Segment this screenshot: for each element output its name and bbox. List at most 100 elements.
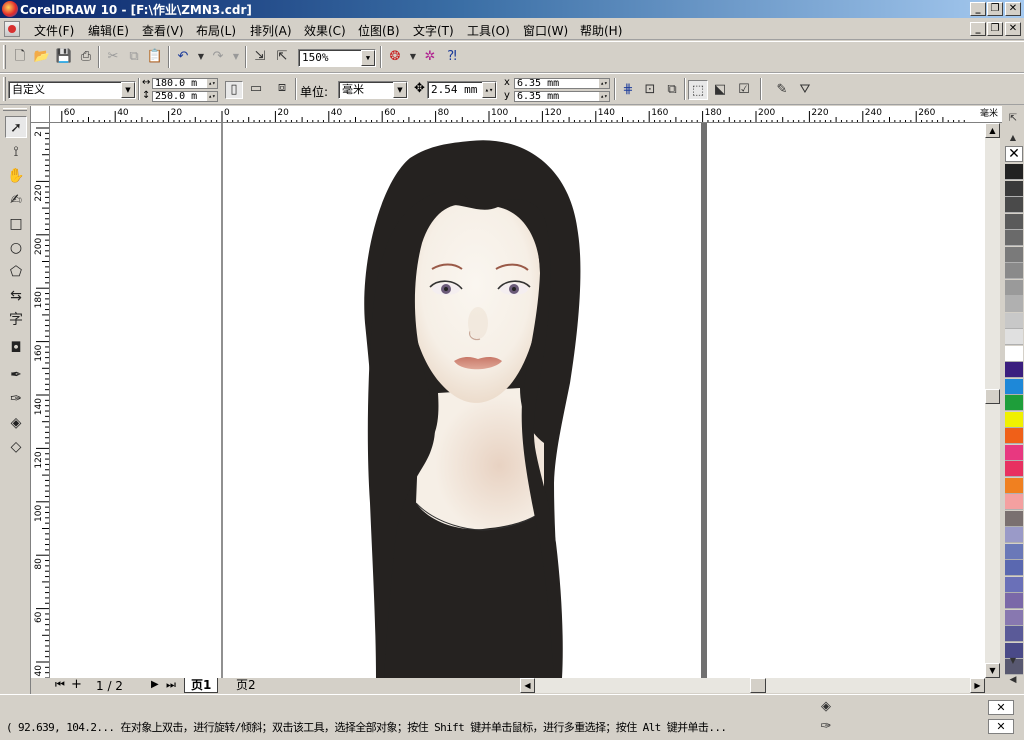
pick-tool-icon[interactable]: ➚ (5, 116, 27, 138)
menu-tools[interactable]: 工具(O) (467, 22, 510, 39)
redo-dropdown-icon[interactable]: ▼ (226, 47, 246, 67)
menu-edit[interactable]: 编辑(E) (88, 22, 129, 39)
corel-online-icon[interactable]: ✲ (420, 47, 440, 67)
paintbucket-icon[interactable]: ⛛ (795, 80, 815, 100)
menu-bitmaps[interactable]: 位图(B) (358, 22, 400, 39)
print-icon[interactable]: ⎙ (76, 47, 96, 67)
fill-tool-icon[interactable]: ◈ (5, 412, 27, 434)
snap-guidelines-icon[interactable]: ⊡ (640, 80, 660, 100)
menu-file[interactable]: 文件(F) (34, 22, 74, 39)
eyedropper-tool-icon[interactable]: ✒ (5, 364, 27, 386)
fill-none-icon[interactable]: ✕ (988, 700, 1014, 715)
shape-tool-icon[interactable]: ⟟ (5, 141, 27, 163)
page-layout-icon[interactable]: ⧈ (272, 78, 292, 98)
menu-text[interactable]: 文字(T) (413, 22, 454, 39)
horizontal-ruler[interactable]: 60 40 20 0 20 40 60 80 100 120 140 160 180 200 220 240 2… (50, 106, 1002, 123)
color-swatch[interactable] (1005, 345, 1023, 362)
palette-scroll-up-icon[interactable]: ▲ (1007, 133, 1019, 145)
minimize-button[interactable]: _ (970, 2, 986, 16)
close-button[interactable]: ✕ (1005, 2, 1021, 16)
color-swatch[interactable] (1005, 279, 1023, 296)
horizontal-scroll-thumb[interactable] (750, 678, 766, 693)
duplicate-x-field[interactable]: 6.35 mm ▴▾ (514, 78, 610, 89)
redo-icon[interactable]: ↷ (208, 47, 228, 67)
add-page-icon[interactable]: + (71, 677, 82, 692)
palette-scroll-down-icon[interactable]: ▼ (1007, 656, 1019, 668)
eyedropper-icon[interactable]: ✎ (772, 80, 792, 100)
color-swatch[interactable] (1005, 197, 1023, 213)
import-icon[interactable]: ⇲ (250, 47, 270, 67)
color-swatch[interactable] (1005, 164, 1023, 180)
palette-expand-icon[interactable]: ◀ (1007, 674, 1019, 688)
menu-arrange[interactable]: 排列(A) (250, 22, 292, 39)
color-swatch[interactable] (1005, 477, 1023, 494)
color-swatch[interactable] (1005, 329, 1023, 345)
open-icon[interactable]: 📂 (32, 47, 52, 67)
color-swatch[interactable] (1005, 180, 1023, 197)
color-swatch[interactable] (1005, 246, 1023, 263)
fill-indicator-icon[interactable]: ◈ (816, 697, 836, 717)
undo-icon[interactable]: ↶ (173, 47, 193, 67)
rectangle-tool-icon[interactable]: □ (5, 213, 27, 235)
menu-layout[interactable]: 布局(L) (196, 22, 236, 39)
color-swatch[interactable] (1005, 213, 1023, 230)
drawing-canvas[interactable] (50, 123, 985, 678)
scroll-left-icon[interactable]: ◀ (520, 678, 535, 693)
chevron-down-icon[interactable]: ▼ (393, 82, 407, 98)
color-swatch[interactable] (1005, 543, 1023, 560)
zoom-level-combo[interactable]: 150% ▼ (298, 49, 376, 67)
portrait-icon[interactable]: ▯ (225, 81, 243, 99)
color-swatch[interactable] (1005, 626, 1023, 642)
color-swatch[interactable] (1005, 609, 1023, 626)
paper-height-field[interactable]: 250.0 m ▴▾ (152, 91, 218, 102)
last-page-icon[interactable]: ⏭ (166, 678, 176, 692)
coreldraw-app-icon[interactable] (2, 1, 18, 17)
spinner-icon[interactable]: ▴▾ (482, 82, 496, 98)
interactive-fill-icon[interactable]: ◇ (5, 436, 27, 458)
ruler-origin[interactable] (31, 106, 50, 123)
outline-tool-icon[interactable]: ✑ (5, 388, 27, 410)
paste-icon[interactable]: 📋 (145, 47, 165, 67)
new-icon[interactable]: 🗋 (10, 47, 30, 67)
paper-width-field[interactable]: 180.0 m ▴▾ (152, 78, 218, 89)
toolbar-grip[interactable] (3, 45, 6, 69)
color-swatch[interactable] (1005, 362, 1023, 378)
nudge-field[interactable]: 2.54 mm ▴▾ (427, 81, 497, 99)
unit-combo[interactable]: 毫米 ▼ (338, 81, 408, 99)
scroll-right-icon[interactable]: ▶ (970, 678, 985, 693)
chevron-down-icon[interactable]: ▼ (121, 82, 135, 98)
vertical-ruler[interactable]: 2 220 200 180 160 140 120 100 80 60 40 (31, 123, 50, 678)
scroll-up-icon[interactable]: ▲ (985, 123, 1000, 138)
scroll-down-icon[interactable]: ▼ (985, 663, 1000, 678)
spiral-tool-icon[interactable]: ⇆ (5, 285, 27, 307)
color-swatch[interactable] (1005, 461, 1023, 477)
copy-icon[interactable]: ⧉ (124, 47, 144, 67)
no-fill-swatch[interactable]: ✕ (1005, 146, 1023, 162)
snap-objects-icon[interactable]: ⧉ (662, 80, 682, 100)
save-icon[interactable]: 💾 (54, 47, 74, 67)
spinner-icon[interactable]: ▴▾ (599, 79, 609, 88)
menu-window[interactable]: 窗口(W) (523, 22, 568, 39)
color-swatch[interactable] (1005, 411, 1023, 428)
next-page-icon[interactable]: ▶ (151, 679, 159, 690)
palette-menu-icon[interactable]: ⇱ (1004, 110, 1022, 128)
draw-selection-icon[interactable]: ⬕ (710, 80, 730, 100)
menu-effects[interactable]: 效果(C) (304, 22, 346, 39)
polygon-tool-icon[interactable]: ⬠ (5, 261, 27, 283)
text-tool-icon[interactable]: 字 (5, 309, 27, 331)
color-swatch[interactable] (1005, 494, 1023, 510)
maximize-button[interactable]: ❐ (987, 2, 1003, 16)
menu-help[interactable]: 帮助(H) (580, 22, 622, 39)
interactive-tool-icon[interactable]: ◘ (5, 337, 27, 359)
color-swatch[interactable] (1005, 510, 1023, 527)
landscape-icon[interactable]: ▭ (247, 81, 265, 99)
spinner-icon[interactable]: ▴▾ (207, 79, 217, 88)
doc-minimize-button[interactable]: _ (970, 22, 986, 36)
whats-this-icon[interactable]: ⁈ (442, 47, 462, 67)
freehand-tool-icon[interactable]: ✍ (5, 189, 27, 211)
color-swatch[interactable] (1005, 576, 1023, 593)
spinner-icon[interactable]: ▴▾ (599, 92, 609, 101)
vertical-scroll-thumb[interactable] (985, 389, 1000, 404)
tab-page-2[interactable]: 页2 (230, 678, 262, 693)
toolbox-grip[interactable] (3, 108, 27, 111)
